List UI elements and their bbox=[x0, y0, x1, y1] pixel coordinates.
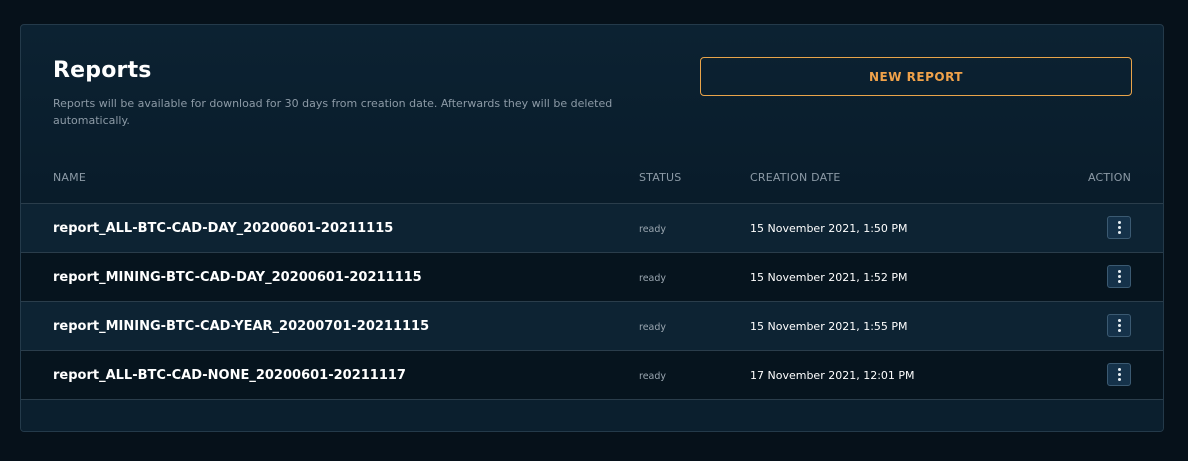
creation-date: 15 November 2021, 1:50 PM bbox=[750, 221, 908, 235]
more-vertical-icon-dot bbox=[1117, 329, 1121, 332]
more-vertical-icon-dot bbox=[1117, 324, 1121, 327]
creation-date: 15 November 2021, 1:55 PM bbox=[750, 319, 908, 333]
report-name: report_MINING-BTC-CAD-YEAR_20200701-2021… bbox=[53, 318, 430, 334]
table-row: report_ALL-BTC-CAD-NONE_20200601-2021111… bbox=[21, 350, 1163, 399]
report-name: report_ALL-BTC-CAD-DAY_20200601-20211115 bbox=[53, 220, 394, 236]
reports-card: Reports Reports will be available for do… bbox=[20, 24, 1164, 432]
more-vertical-icon-dot bbox=[1117, 226, 1121, 229]
table-row: report_MINING-BTC-CAD-YEAR_20200701-2021… bbox=[21, 301, 1163, 350]
more-vertical-icon-dot bbox=[1117, 280, 1121, 283]
new-report-button[interactable]: NEW REPORT bbox=[700, 57, 1132, 96]
row-actions-button[interactable] bbox=[1107, 265, 1131, 288]
report-name: report_MINING-BTC-CAD-DAY_20200601-20211… bbox=[53, 269, 422, 285]
more-vertical-icon-dot bbox=[1117, 231, 1121, 234]
page-title: Reports bbox=[53, 58, 152, 83]
more-vertical-icon bbox=[1117, 221, 1121, 224]
more-vertical-icon-dot bbox=[1117, 275, 1121, 278]
column-header-name: NAME bbox=[53, 171, 86, 184]
more-vertical-icon-dot bbox=[1117, 373, 1121, 376]
more-vertical-icon bbox=[1117, 270, 1121, 273]
column-header-action: ACTION bbox=[1087, 171, 1131, 184]
table-header: NAME STATUS CREATION DATE ACTION bbox=[21, 165, 1163, 203]
report-name: report_ALL-BTC-CAD-NONE_20200601-2021111… bbox=[53, 367, 406, 383]
table-row: report_ALL-BTC-CAD-DAY_20200601-20211115… bbox=[21, 203, 1163, 252]
table-row: report_MINING-BTC-CAD-DAY_20200601-20211… bbox=[21, 252, 1163, 301]
column-header-creation-date: CREATION DATE bbox=[750, 171, 841, 184]
creation-date: 17 November 2021, 12:01 PM bbox=[750, 368, 915, 382]
row-actions-button[interactable] bbox=[1107, 363, 1131, 386]
creation-date: 15 November 2021, 1:52 PM bbox=[750, 270, 908, 284]
page-subtitle: Reports will be available for download f… bbox=[53, 97, 613, 127]
status-text: ready bbox=[639, 223, 667, 235]
status-text: ready bbox=[639, 272, 667, 284]
status-text: ready bbox=[639, 321, 667, 333]
table-footer bbox=[21, 399, 1163, 431]
status-text: ready bbox=[639, 370, 667, 382]
more-vertical-icon bbox=[1117, 319, 1121, 322]
column-header-status: STATUS bbox=[639, 171, 682, 184]
row-actions-button[interactable] bbox=[1107, 314, 1131, 337]
more-vertical-icon bbox=[1117, 368, 1121, 371]
more-vertical-icon-dot bbox=[1117, 378, 1121, 381]
row-actions-button[interactable] bbox=[1107, 216, 1131, 239]
